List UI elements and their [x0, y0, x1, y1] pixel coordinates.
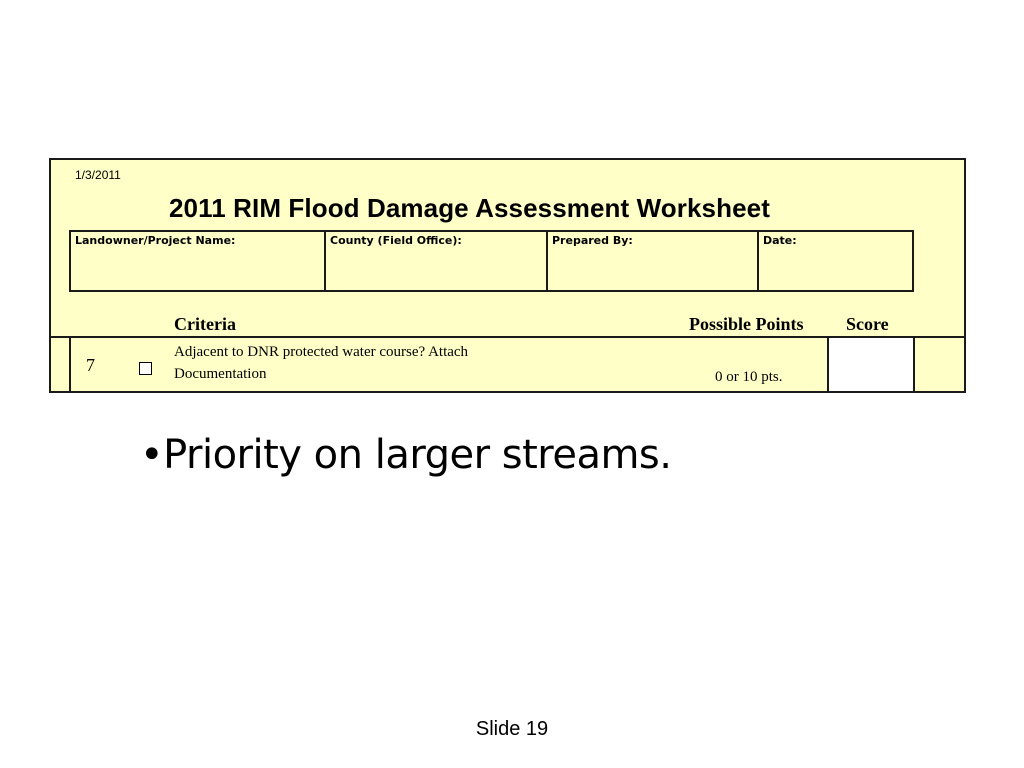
worksheet-date: 1/3/2011: [75, 168, 121, 182]
row-left-divider: [69, 338, 71, 391]
date-field: Date:: [763, 234, 797, 247]
worksheet-image: 1/3/2011 2011 RIM Flood Damage Assessmen…: [49, 158, 966, 393]
slide-number: Slide 19: [475, 718, 549, 740]
row-points: 0 or 10 pts.: [715, 369, 783, 385]
criteria-checkbox: [139, 362, 152, 375]
county-field: County (Field Office):: [326, 232, 548, 290]
worksheet-title: 2011 RIM Flood Damage Assessment Workshe…: [169, 193, 770, 223]
prepared-by-field: Prepared By:: [548, 232, 759, 290]
criteria-text-line2: Documentation: [174, 366, 267, 382]
row-number: 7: [86, 355, 95, 375]
criteria-header: Criteria: [174, 314, 236, 334]
info-fields-table: Landowner/Project Name: County (Field Of…: [69, 230, 914, 292]
score-box: [827, 338, 915, 391]
criteria-row: 7 Adjacent to DNR protected water course…: [51, 338, 964, 391]
criteria-text-line1: Adjacent to DNR protected water course? …: [174, 344, 469, 360]
bullet-point: •Priority on larger streams.: [140, 432, 672, 478]
landowner-field: Landowner/Project Name:: [71, 232, 326, 290]
criteria-text: Adjacent to DNR protected water course? …: [174, 341, 468, 385]
criteria-header-row: Criteria Possible Points Score: [51, 310, 964, 338]
score-header: Score: [846, 314, 889, 334]
possible-points-header: Possible Points: [689, 314, 804, 334]
